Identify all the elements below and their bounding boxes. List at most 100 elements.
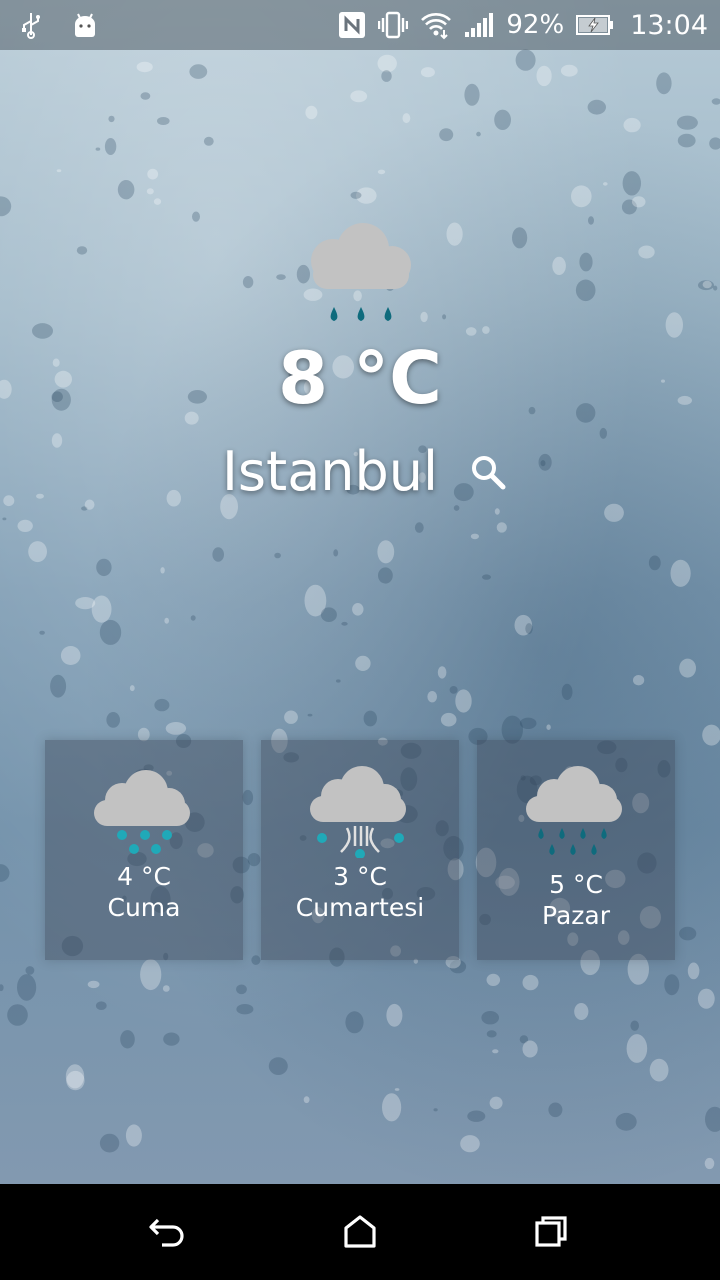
forecast-card-cumartesi[interactable]: 3 °C Cumartesi xyxy=(261,740,459,960)
raindrop xyxy=(496,522,507,533)
raindrop xyxy=(28,541,47,563)
raindrop xyxy=(203,136,214,146)
forecast-list: 4 °C Cuma 3 °C Cumartesi 5 °C Pazar xyxy=(45,740,675,960)
raindrop xyxy=(464,83,480,106)
raindrop xyxy=(623,117,641,133)
raindrop xyxy=(492,1049,499,1054)
raindrop xyxy=(561,683,573,701)
wifi-icon xyxy=(420,10,452,40)
raindrop xyxy=(687,962,700,980)
current-weather: 8 °C Istanbul xyxy=(0,215,720,504)
raindrop xyxy=(154,698,170,712)
raindrop xyxy=(604,503,624,522)
raindrop xyxy=(125,1124,142,1147)
raindrop xyxy=(17,519,33,533)
raindrop xyxy=(146,188,154,195)
raindrop xyxy=(350,191,362,199)
raindrop xyxy=(345,1011,364,1034)
vibrate-icon xyxy=(378,11,409,39)
raindrop xyxy=(17,974,37,1001)
raindrop xyxy=(494,508,500,515)
back-icon[interactable] xyxy=(148,1214,188,1250)
raindrop xyxy=(522,1040,538,1058)
raindrop xyxy=(352,603,364,616)
city-name: Istanbul xyxy=(221,440,439,503)
rain-cloud-icon xyxy=(311,223,411,321)
raindrop xyxy=(546,724,551,730)
raindrop xyxy=(153,198,162,205)
forecast-day: Cuma xyxy=(107,893,181,922)
raindrop xyxy=(305,105,318,120)
raindrop xyxy=(467,1110,486,1122)
raindrop xyxy=(574,1003,589,1020)
raindrop xyxy=(0,864,10,882)
raindrop xyxy=(615,1112,637,1131)
raindrop xyxy=(106,712,120,728)
home-icon[interactable] xyxy=(340,1214,380,1250)
raindrop xyxy=(336,679,341,683)
raindrop xyxy=(190,615,196,621)
forecast-temperature: 4 °C xyxy=(117,862,171,891)
raindrop xyxy=(274,552,281,559)
raindrop xyxy=(560,64,578,77)
forecast-card-cuma[interactable]: 4 °C Cuma xyxy=(45,740,243,960)
raindrop xyxy=(427,691,438,703)
raindrop xyxy=(99,619,122,645)
raindrop xyxy=(350,90,368,103)
raindrop xyxy=(622,171,641,196)
raindrop xyxy=(162,985,170,992)
search-icon[interactable] xyxy=(468,452,508,492)
recents-icon[interactable] xyxy=(532,1214,572,1250)
navigation-bar xyxy=(0,1184,720,1280)
raindrop xyxy=(268,1057,288,1075)
raindrop xyxy=(489,1096,503,1110)
forecast-card-pazar[interactable]: 5 °C Pazar xyxy=(477,740,675,960)
raindrop xyxy=(378,567,393,584)
raindrop xyxy=(522,974,539,991)
raindrop xyxy=(320,607,337,622)
raindrop xyxy=(702,724,720,746)
raindrop xyxy=(711,98,720,105)
raindrop xyxy=(160,567,165,574)
raindrop xyxy=(91,595,112,623)
raindrop xyxy=(455,689,472,713)
usb-icon xyxy=(20,11,42,39)
raindrop xyxy=(382,1093,402,1122)
raindrop xyxy=(486,1030,497,1038)
raindrop xyxy=(236,1004,254,1015)
raindrop xyxy=(394,1088,400,1091)
raindrop xyxy=(157,117,170,125)
raindrop xyxy=(670,559,691,587)
raindrop xyxy=(66,1070,85,1091)
raindrop xyxy=(96,558,112,577)
raindrop xyxy=(603,182,608,186)
raindrop xyxy=(525,623,533,635)
raindrop xyxy=(381,70,392,82)
raindrop xyxy=(433,1108,438,1112)
raindrop xyxy=(449,686,458,694)
raindrop xyxy=(704,1157,715,1170)
raindrop xyxy=(60,646,81,665)
raindrop xyxy=(104,138,117,155)
raindrop xyxy=(50,674,67,698)
raindrop xyxy=(7,1004,28,1026)
forecast-temperature: 5 °C xyxy=(549,870,603,899)
raindrop xyxy=(377,54,397,73)
raindrop xyxy=(117,180,135,200)
raindrop xyxy=(402,113,411,124)
heavy-rain-cloud-icon xyxy=(526,766,622,855)
raindrop xyxy=(587,99,606,115)
raindrop xyxy=(453,505,460,511)
raindrop xyxy=(486,973,501,987)
raindrop xyxy=(697,988,715,1009)
raindrop xyxy=(25,966,35,975)
raindrop xyxy=(363,710,377,727)
raindrop xyxy=(140,959,162,991)
raindrop xyxy=(460,1135,480,1153)
raindrop xyxy=(705,1106,720,1132)
raindrop xyxy=(165,722,187,735)
raindrop xyxy=(303,1096,310,1104)
forecast-day: Cumartesi xyxy=(295,893,425,922)
raindrop xyxy=(676,115,698,130)
raindrop xyxy=(482,574,491,580)
